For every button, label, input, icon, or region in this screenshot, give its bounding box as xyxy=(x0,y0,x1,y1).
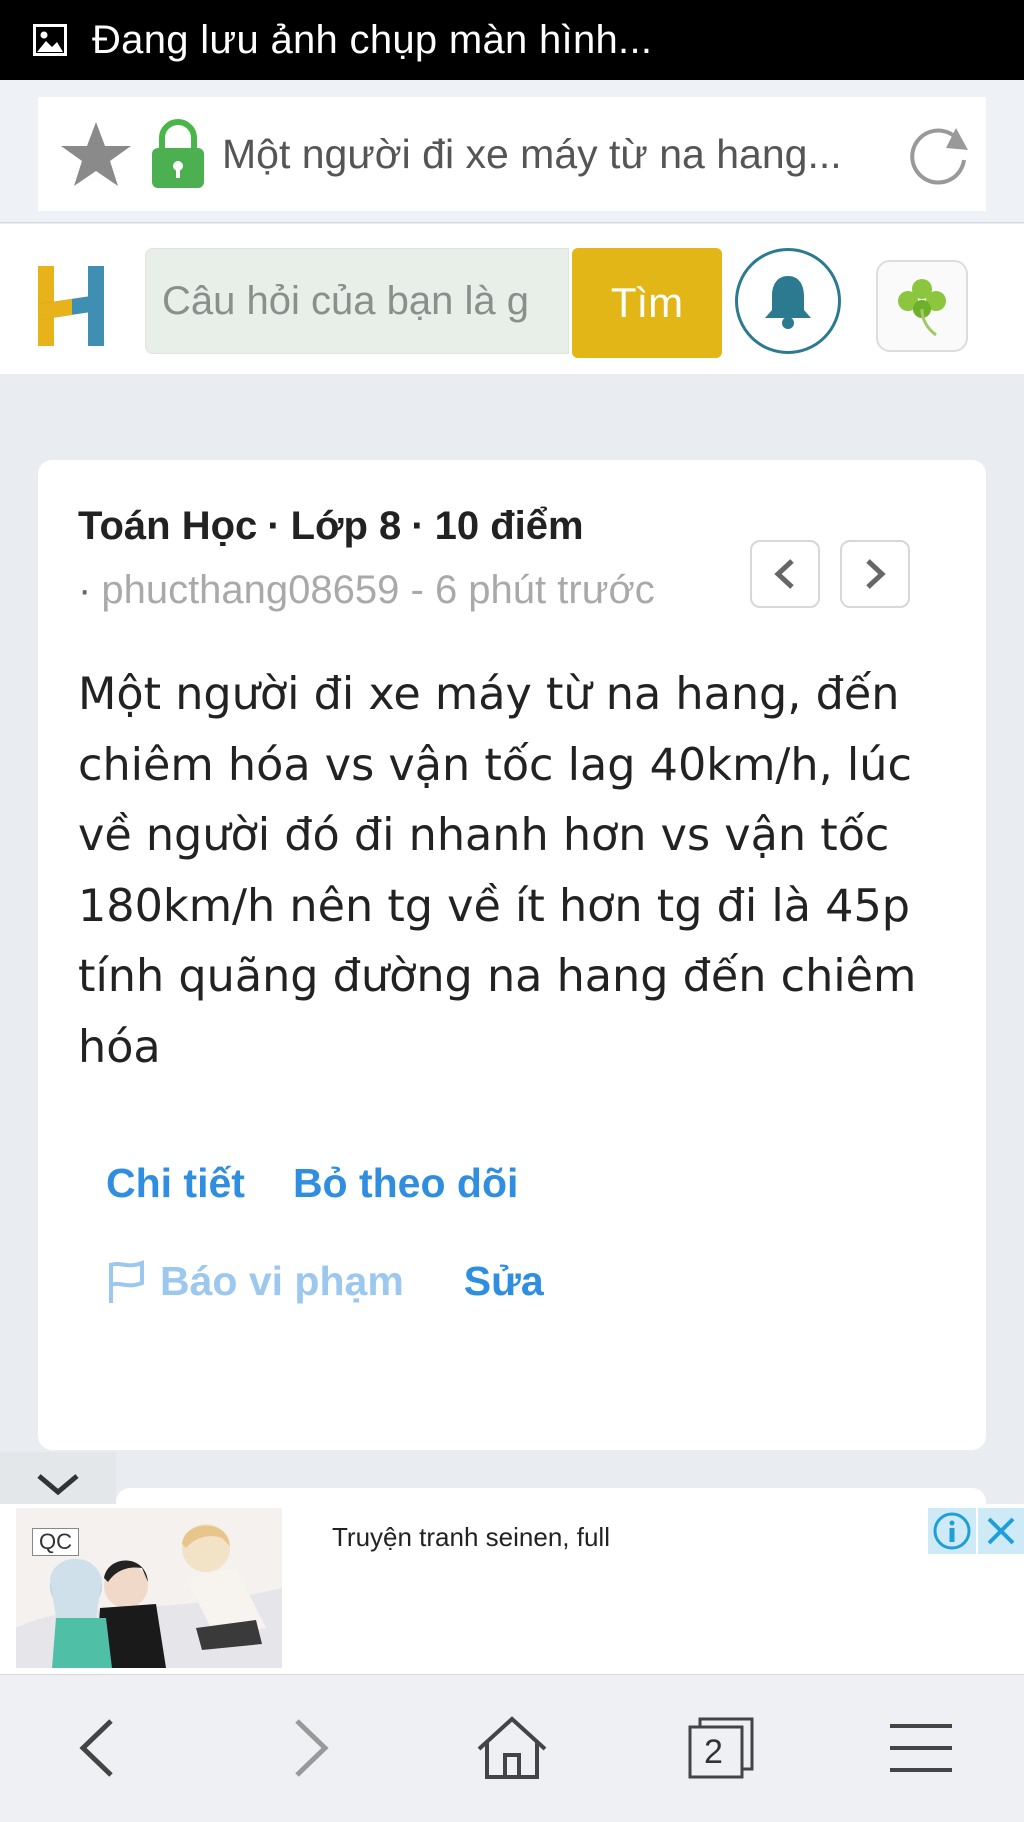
grade-label[interactable]: Lớp 8 xyxy=(291,504,402,548)
browser-bottom-nav: 2 xyxy=(0,1674,1024,1822)
unfollow-link[interactable]: Bỏ theo dõi xyxy=(293,1160,518,1206)
search-box xyxy=(145,248,569,354)
ad-banner[interactable]: QC Truyện tranh seinen, full xyxy=(0,1504,1024,1674)
lock-icon xyxy=(150,118,206,190)
status-text: Đang lưu ảnh chụp màn hình... xyxy=(92,17,653,62)
question-secondary-actions: Báo vi phạm Sửa xyxy=(106,1258,544,1305)
bell-icon[interactable] xyxy=(735,248,841,354)
details-link[interactable]: Chi tiết xyxy=(106,1160,245,1206)
points-label: 10 điểm xyxy=(434,504,584,548)
site-logo[interactable] xyxy=(38,264,110,348)
question-text: Một người đi xe máy từ na hang, đến chiê… xyxy=(78,669,917,1073)
question-meta: Toán Học · Lớp 8 · 10 điểm xyxy=(78,504,584,548)
address-bar[interactable]: Một người đi xe máy từ na hang... xyxy=(38,97,986,211)
tabs-button[interactable]: 2 xyxy=(676,1703,766,1793)
tabs-count: 2 xyxy=(704,1733,723,1771)
author-line: · phucthang08659 - 6 phút trước xyxy=(78,568,655,612)
previous-question-button[interactable] xyxy=(750,540,820,608)
question-card: Toán Học · Lớp 8 · 10 điểm · phucthang08659 -… xyxy=(38,460,986,1450)
edit-link[interactable]: Sửa xyxy=(464,1258,544,1305)
author-timestamp[interactable]: phucthang08659 - 6 phút trước xyxy=(101,568,654,612)
next-question-button[interactable] xyxy=(840,540,910,608)
page-title[interactable]: Một người đi xe máy từ na hang... xyxy=(222,131,890,178)
subject-label[interactable]: Toán Học xyxy=(78,504,257,548)
question-actions: Chi tiết Bỏ theo dõi xyxy=(106,1160,566,1207)
ad-badge: QC xyxy=(32,1528,79,1556)
home-icon xyxy=(477,1716,547,1779)
ad-text[interactable]: Truyện tranh seinen, full xyxy=(332,1522,610,1553)
report-button[interactable]: Báo vi phạm xyxy=(106,1258,404,1305)
menu-icon xyxy=(890,1724,952,1772)
menu-button[interactable] xyxy=(876,1703,966,1793)
chevron-left-icon xyxy=(774,559,794,589)
chevron-down-icon xyxy=(37,1474,79,1496)
flag-icon xyxy=(109,1259,144,1303)
image-icon xyxy=(32,23,68,57)
home-button[interactable] xyxy=(467,1703,557,1793)
info-icon[interactable] xyxy=(928,1508,976,1554)
reload-icon[interactable] xyxy=(900,116,976,192)
report-label: Báo vi phạm xyxy=(160,1258,404,1304)
forward-button[interactable] xyxy=(266,1703,356,1793)
search-input[interactable] xyxy=(146,249,568,353)
star-icon[interactable] xyxy=(58,116,134,192)
chevron-right-icon xyxy=(866,559,886,589)
back-button[interactable] xyxy=(52,1703,142,1793)
status-bar: Đang lưu ảnh chụp màn hình... xyxy=(0,0,1024,80)
search-button[interactable]: Tìm xyxy=(572,248,722,358)
browser-toolbar: Một người đi xe máy từ na hang... xyxy=(0,80,1024,223)
ad-image[interactable]: QC xyxy=(16,1508,282,1668)
site-header: Tìm xyxy=(0,224,1024,374)
clover-icon[interactable] xyxy=(876,260,968,352)
close-icon[interactable] xyxy=(978,1508,1024,1554)
back-arrow-icon xyxy=(79,1719,113,1777)
forward-arrow-icon xyxy=(295,1719,329,1777)
